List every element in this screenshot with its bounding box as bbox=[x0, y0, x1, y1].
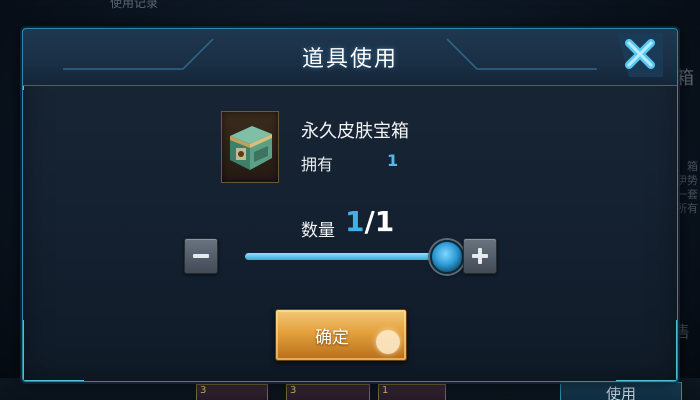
minus-icon bbox=[193, 254, 209, 258]
inventory-card[interactable]: 1 bbox=[378, 384, 446, 400]
plus-icon bbox=[472, 248, 488, 264]
increase-quantity-button[interactable] bbox=[463, 238, 497, 274]
usage-record-tab[interactable]: 使用记录 bbox=[110, 0, 158, 11]
quantity-slider[interactable] bbox=[245, 253, 445, 260]
inventory-card-count: 3 bbox=[200, 385, 207, 396]
dialog-title-bar: 道具使用 bbox=[23, 29, 677, 86]
close-x-icon bbox=[617, 33, 663, 77]
inventory-card[interactable]: 3 bbox=[286, 384, 370, 400]
treasure-chest-icon bbox=[230, 126, 272, 170]
game-screen: 使用记录 宝箱 一、箱 选、伊势 女神一套 有所有 售 3 3 1 使用 道具使… bbox=[0, 0, 700, 400]
owned-label: 拥有 bbox=[301, 155, 334, 174]
item-thumbnail bbox=[221, 111, 279, 183]
confirm-button[interactable]: 确定 bbox=[275, 309, 407, 361]
dialog-corner-decoration bbox=[23, 320, 84, 381]
quantity-current: 1 bbox=[345, 205, 365, 238]
item-use-dialog: 道具使用 永久皮肤宝箱 拥有 1 数量 1/1 确定 bbox=[22, 28, 678, 382]
quantity-slider-handle[interactable] bbox=[430, 240, 464, 274]
quantity-max: 1 bbox=[374, 205, 395, 238]
quantity-separator: / bbox=[364, 205, 375, 238]
close-button[interactable] bbox=[601, 29, 671, 79]
background-use-button[interactable]: 使用 bbox=[560, 382, 682, 400]
confirm-label: 确定 bbox=[315, 328, 349, 348]
item-name: 永久皮肤宝箱 bbox=[301, 121, 409, 142]
quantity-slider-fill bbox=[245, 253, 445, 260]
quantity-label: 数量 bbox=[301, 221, 335, 241]
decrease-quantity-button[interactable] bbox=[184, 238, 218, 274]
inventory-card-count: 1 bbox=[382, 385, 389, 396]
touch-indicator bbox=[376, 330, 400, 354]
inventory-card[interactable]: 3 bbox=[196, 384, 268, 400]
quantity-display: 1/1 bbox=[345, 205, 394, 238]
inventory-card-count: 3 bbox=[290, 385, 297, 396]
dialog-corner-decoration bbox=[616, 320, 677, 381]
dialog-title: 道具使用 bbox=[301, 47, 398, 72]
owned-count: 1 bbox=[387, 151, 399, 170]
